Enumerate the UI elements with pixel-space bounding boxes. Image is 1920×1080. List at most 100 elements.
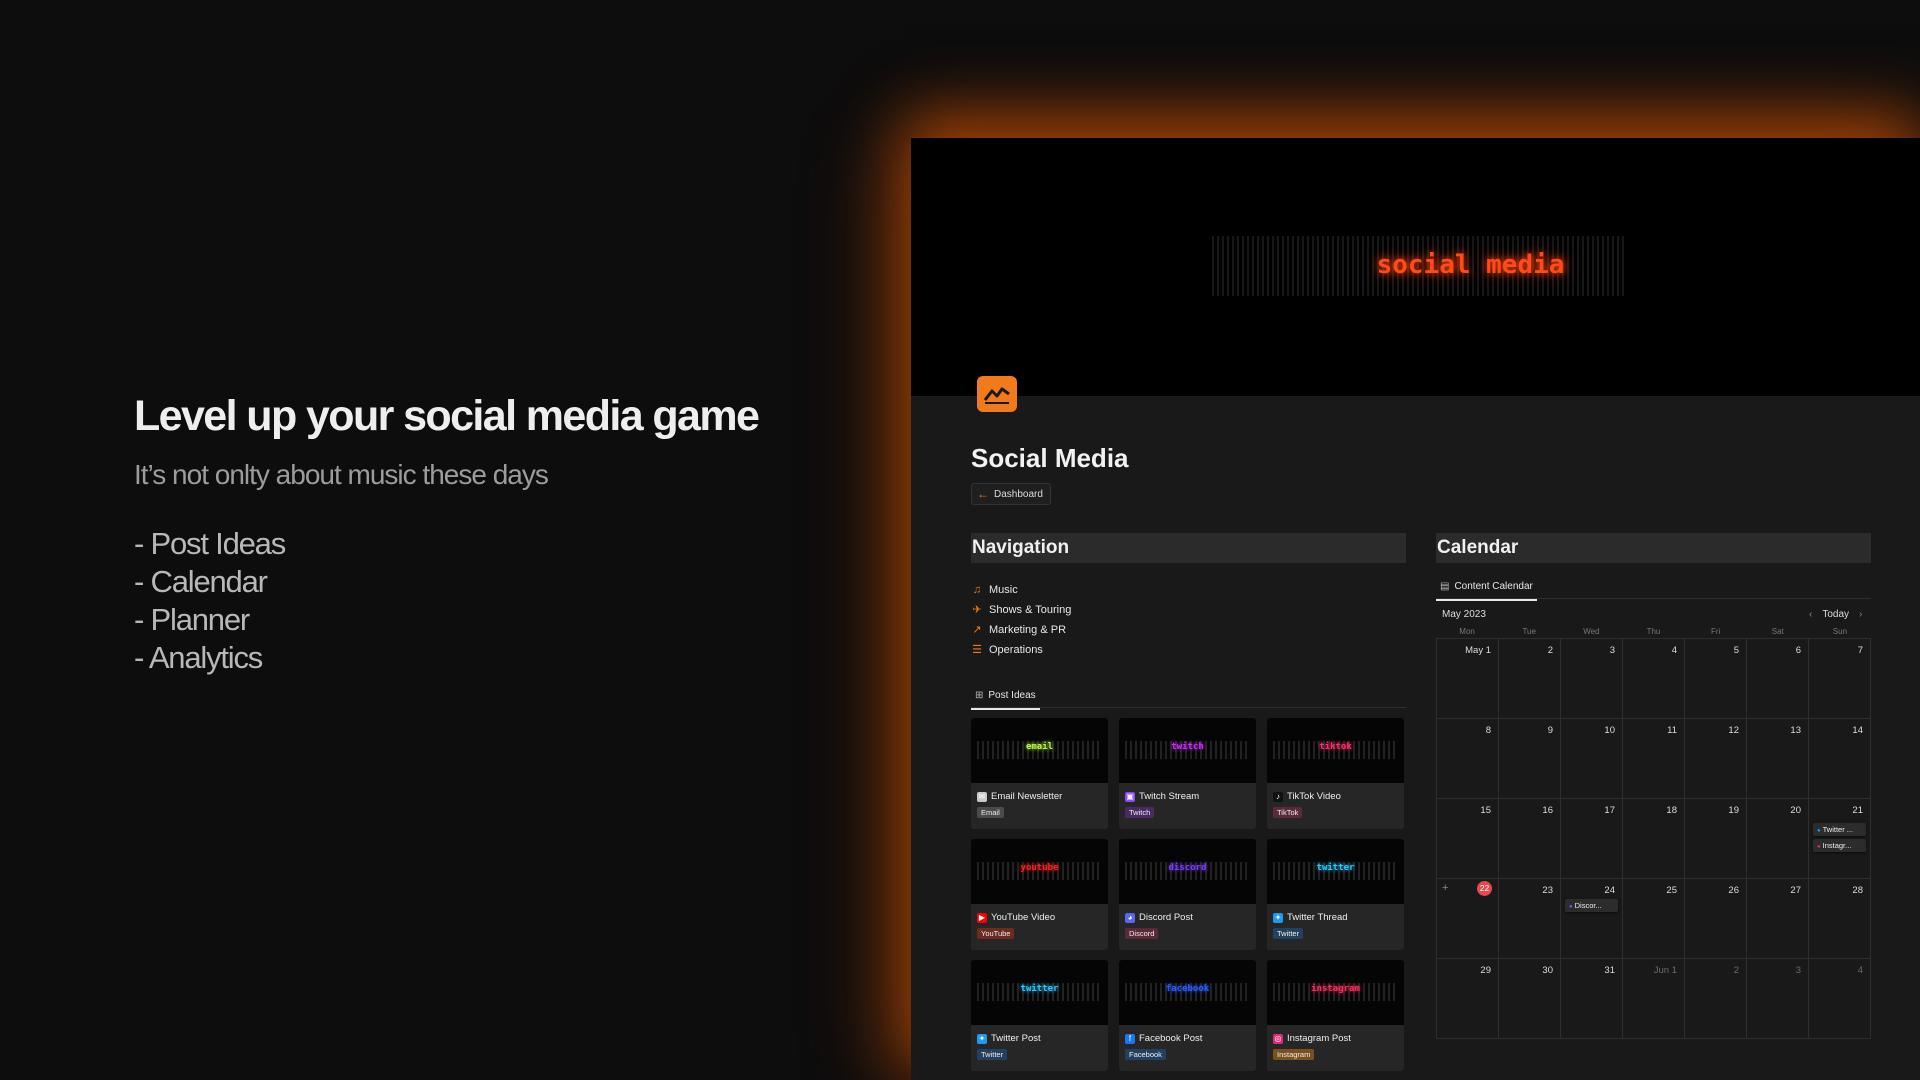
calendar-day-cell[interactable]: 25: [1623, 879, 1685, 959]
instagram-icon: ●: [1817, 844, 1821, 850]
card-tag: Twitter: [1273, 928, 1304, 939]
calendar-day-cell[interactable]: 14: [1809, 719, 1871, 799]
calendar-heading: Calendar: [1436, 533, 1871, 563]
nav-item-label: Music: [989, 584, 1018, 596]
plus-icon[interactable]: +: [1442, 882, 1448, 894]
calendar-day-cell[interactable]: 4: [1623, 639, 1685, 719]
calendar-day-cell[interactable]: 15: [1437, 799, 1499, 879]
calendar-day-cell[interactable]: Jun 1: [1623, 959, 1685, 1039]
card-thumbnail: instagram: [1267, 960, 1404, 1025]
nav-item-music[interactable]: ♫ Music: [971, 580, 1071, 600]
instagram-icon: ◎: [1273, 1033, 1283, 1044]
post-idea-card[interactable]: discord ◕ Discord Post Discord: [1119, 839, 1256, 950]
calendar-day-cell[interactable]: 7: [1809, 639, 1871, 719]
post-idea-card[interactable]: facebook f Facebook Post Facebook: [1119, 960, 1256, 1071]
post-idea-card[interactable]: youtube ▶ YouTube Video YouTube: [971, 839, 1108, 950]
calendar-week-row: 15 16 17 18 19 20 21 ● Twitter ... ● Instagr...: [1437, 799, 1871, 879]
checklist-icon: ☰: [972, 644, 982, 656]
calendar-day-cell[interactable]: 18: [1623, 799, 1685, 879]
facebook-icon: f: [1125, 1033, 1135, 1044]
event-label: Instagr...: [1822, 841, 1852, 850]
promo-feature-item: - Calendar: [134, 564, 268, 599]
calendar-day-cell[interactable]: 24 ● Discor...: [1561, 879, 1623, 959]
calendar-day-cell[interactable]: 12: [1685, 719, 1747, 799]
calendar-day-cell[interactable]: 16: [1499, 799, 1561, 879]
nav-item-marketing-pr[interactable]: ↗ Marketing & PR: [971, 620, 1071, 640]
card-thumbnail: email: [971, 718, 1108, 783]
nav-item-operations[interactable]: ☰ Operations: [971, 640, 1071, 660]
calendar-day-cell[interactable]: 8: [1437, 719, 1499, 799]
breadcrumb-dashboard-link[interactable]: ← Dashboard: [971, 483, 1051, 505]
day-number: 29: [1480, 965, 1491, 976]
post-idea-card[interactable]: instagram ◎ Instagram Post Instagram: [1267, 960, 1404, 1071]
twitter-icon: ✦: [977, 1033, 987, 1044]
post-idea-card[interactable]: twitter ✦ Twitter Thread Twitter: [1267, 839, 1404, 950]
calendar-day-cell[interactable]: 2: [1685, 959, 1747, 1039]
promo-feature-list: - Post Ideas - Calendar - Planner - Anal…: [134, 525, 758, 677]
calendar-day-cell[interactable]: 23: [1499, 879, 1561, 959]
calendar-day-cell[interactable]: 26: [1685, 879, 1747, 959]
calendar-day-cell[interactable]: +22: [1437, 879, 1499, 959]
card-title-text: Email Newsletter: [991, 791, 1063, 802]
calendar-event[interactable]: ● Discor...: [1565, 899, 1618, 912]
thumbnail-text: facebook: [1165, 984, 1210, 994]
post-idea-card[interactable]: email ✉ Email Newsletter Email: [971, 718, 1108, 829]
day-number: 5: [1733, 645, 1739, 656]
card-thumbnail: twitter: [1267, 839, 1404, 904]
calendar-day-cell[interactable]: 21 ● Twitter ... ● Instagr...: [1809, 799, 1871, 879]
calendar-event[interactable]: ● Instagr...: [1813, 839, 1866, 852]
card-tag: Facebook: [1125, 1049, 1166, 1060]
thumbnail-text: twitter: [1020, 984, 1059, 994]
calendar-day-cell[interactable]: 5: [1685, 639, 1747, 719]
card-title: ◕ Discord Post: [1119, 904, 1256, 923]
card-tag: TikTok: [1273, 807, 1303, 818]
tab-post-ideas[interactable]: ⊞ Post Ideas: [971, 690, 1040, 710]
calendar-day-cell[interactable]: 31: [1561, 959, 1623, 1039]
calendar-day-cell[interactable]: 3: [1561, 639, 1623, 719]
calendar-day-cell[interactable]: 4: [1809, 959, 1871, 1039]
day-number: 16: [1542, 805, 1553, 816]
calendar-day-cell[interactable]: 28: [1809, 879, 1871, 959]
tab-content-calendar[interactable]: ▤ Content Calendar: [1436, 581, 1537, 601]
calendar-day-cell[interactable]: 20: [1747, 799, 1809, 879]
day-number: 2: [1547, 645, 1553, 656]
calendar-day-cell[interactable]: 13: [1747, 719, 1809, 799]
chart-icon: ↗: [972, 624, 982, 636]
day-number: 30: [1542, 965, 1553, 976]
calendar-day-cell[interactable]: 19: [1685, 799, 1747, 879]
day-number: 10: [1604, 725, 1615, 736]
tab-label: Post Ideas: [988, 690, 1036, 701]
post-idea-card[interactable]: twitch ▣ Twitch Stream Twitch: [1119, 718, 1256, 829]
thumbnail-text: youtube: [1020, 863, 1059, 873]
calendar-week-row: 29 30 31 Jun 1 2 3 4: [1437, 959, 1871, 1039]
breadcrumb-label: Dashboard: [994, 488, 1043, 500]
calendar-day-cell[interactable]: 27: [1747, 879, 1809, 959]
calendar-day-cell[interactable]: May 1: [1437, 639, 1499, 719]
calendar-day-cell[interactable]: 30: [1499, 959, 1561, 1039]
navigation-list: ♫ Music ✈ Shows & Touring ↗ Marketing & …: [971, 580, 1071, 660]
nav-item-shows-touring[interactable]: ✈ Shows & Touring: [971, 600, 1071, 620]
thumbnail-text: twitter: [1316, 863, 1355, 873]
day-number: 13: [1790, 725, 1801, 736]
calendar-event[interactable]: ● Twitter ...: [1813, 823, 1866, 836]
calendar-day-cell[interactable]: 2: [1499, 639, 1561, 719]
card-title-text: Discord Post: [1139, 912, 1193, 923]
calendar-day-cell[interactable]: 9: [1499, 719, 1561, 799]
calendar-day-cell[interactable]: 10: [1561, 719, 1623, 799]
page-title: Social Media: [971, 443, 1129, 473]
calendar-day-cell[interactable]: 6: [1747, 639, 1809, 719]
day-number: May 1: [1465, 645, 1491, 656]
chart-icon[interactable]: [977, 376, 1017, 412]
post-idea-card[interactable]: twitter ✦ Twitter Post Twitter: [971, 960, 1108, 1071]
day-number: 15: [1480, 805, 1491, 816]
day-number: 27: [1790, 885, 1801, 896]
calendar-day-cell[interactable]: 29: [1437, 959, 1499, 1039]
calendar-day-cell[interactable]: 11: [1623, 719, 1685, 799]
calendar-day-cell[interactable]: 3: [1747, 959, 1809, 1039]
calendar-icon: ▤: [1440, 581, 1450, 592]
post-idea-card[interactable]: tiktok ♪ TikTok Video TikTok: [1267, 718, 1404, 829]
calendar-day-cell[interactable]: 17: [1561, 799, 1623, 879]
card-thumbnail: youtube: [971, 839, 1108, 904]
card-tag: Discord: [1125, 928, 1159, 939]
day-number: 21: [1852, 805, 1863, 816]
